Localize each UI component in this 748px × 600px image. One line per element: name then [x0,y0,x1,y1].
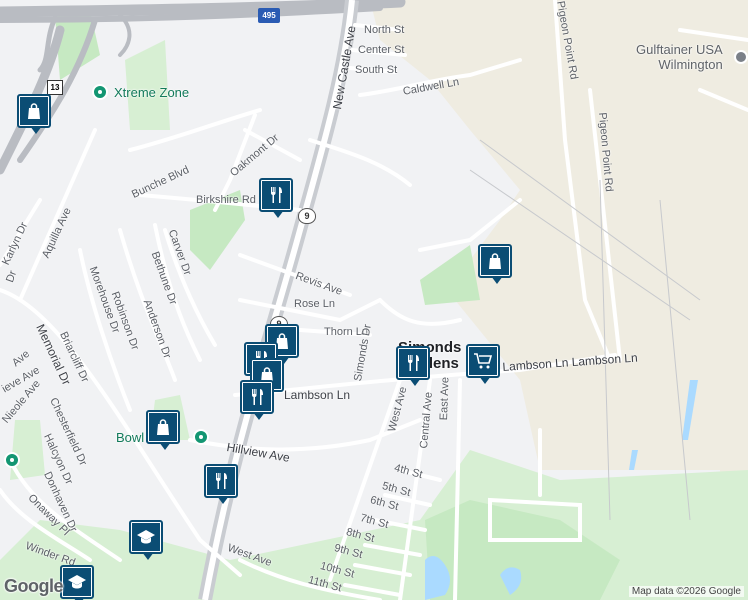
shopping-bag-icon [20,97,48,125]
school-pin-2[interactable] [60,565,94,600]
shopping-bag-icon [149,413,177,441]
poi-label-line1: Gulftainer USA [636,42,723,57]
map-attribution[interactable]: Map data ©2026 Google [628,586,744,597]
shopping-bag-icon [481,247,509,275]
gulftainer-marker-icon[interactable] [734,50,748,64]
street-label-east-ave: East Ave [438,376,452,421]
shopping-pin-1[interactable] [17,94,51,134]
google-logo: Google [4,576,64,596]
park-marker-icon[interactable] [4,452,20,468]
interstate-495-shield-icon: 495 [258,8,280,23]
poi-label-xtreme-zone[interactable]: Xtreme Zone [114,85,189,100]
street-label-lambson-ln-left: Lambson Ln [284,388,351,402]
shopping-pin-5[interactable] [146,410,180,450]
graduation-cap-icon [63,568,91,596]
street-label-center-st: Center St [358,44,405,56]
fork-knife-icon [262,181,290,209]
poi-label-gulftainer[interactable]: Gulftainer USA Wilmington [636,42,723,72]
street-label-north-st: North St [364,24,405,36]
graduation-cap-icon [132,523,160,551]
fork-knife-icon [243,383,271,411]
restaurant-pin-4[interactable] [240,380,274,420]
poi-label-bowl[interactable]: Bowl [116,430,144,445]
school-pin-1[interactable] [129,520,163,560]
street-label-birkshire-rd: Birkshire Rd [196,194,256,206]
map-canvas[interactable]: North St Center St South St Caldwell Ln … [0,0,748,600]
restaurant-pin-5[interactable] [204,464,238,504]
shopping-cart-icon [469,347,497,375]
fork-knife-icon [399,349,427,377]
shopping-pin-2[interactable] [478,244,512,284]
bowling-marker-icon[interactable] [193,429,209,445]
xtreme-zone-marker-icon[interactable] [92,84,108,100]
poi-label-line2: Wilmington [658,57,723,72]
street-label-south-st: South St [355,64,398,76]
street-label-rose-ln: Rose Ln [294,298,335,310]
us-13-shield-icon: 13 [47,80,63,95]
cart-pin[interactable] [466,344,500,384]
restaurant-pin-1[interactable] [259,178,293,218]
fork-knife-icon [207,467,235,495]
route-9-shield-icon-a: 9 [298,208,316,224]
restaurant-pin-3[interactable] [396,346,430,386]
